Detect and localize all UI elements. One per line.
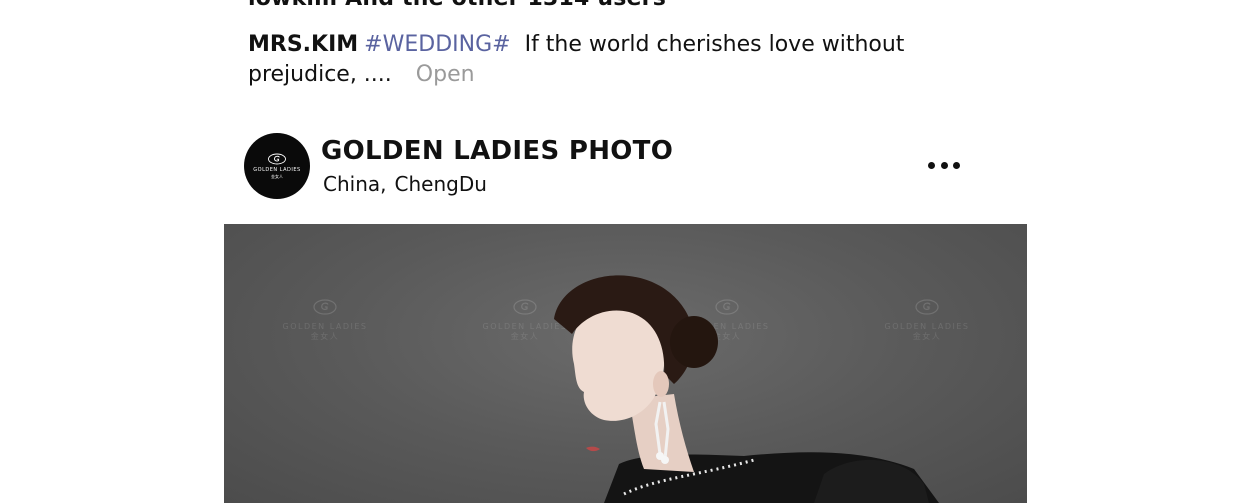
post-caption: MRS.KIM #WEDDING# If the world cherishes l… [248, 30, 938, 90]
caption-hashtag[interactable]: #WEDDING# [364, 32, 510, 57]
caption-open-link[interactable]: Open [416, 62, 475, 87]
post-location[interactable]: China, ChengDu [323, 172, 487, 196]
earring-pearl [661, 456, 669, 464]
more-dot [940, 161, 948, 169]
ear-shape [653, 371, 669, 397]
avatar-brand-text: GOLDEN LADIES [253, 166, 301, 173]
hair-bun [670, 316, 718, 368]
more-dot [953, 161, 960, 169]
post-photo[interactable]: GOLDEN LADIES 金女人 GOLDEN LADIES 金女人 GOLD… [224, 224, 1027, 503]
lips-shape [586, 446, 600, 452]
more-dot [928, 161, 935, 169]
location-city: ChengDu [394, 172, 487, 196]
location-country: China, [323, 172, 387, 196]
caption-author[interactable]: MRS.KIM [248, 32, 358, 57]
account-name[interactable]: GOLDEN LADIES PHOTO [321, 136, 673, 166]
more-options-icon[interactable] [928, 155, 960, 175]
post-header: GOLDEN LADIES 金女人 GOLDEN LADIES PHOTO Ch… [244, 133, 964, 199]
post-page: lowkim And the other 1314 users MRS.KIM#… [0, 0, 1250, 503]
portrait-figure [554, 275, 939, 503]
golden-ladies-logo-icon [268, 153, 286, 164]
avatar-brand-subtext: 金女人 [271, 173, 283, 179]
account-avatar[interactable]: GOLDEN LADIES 金女人 [244, 133, 310, 199]
likes-summary[interactable]: lowkim And the other 1314 users [248, 0, 666, 11]
